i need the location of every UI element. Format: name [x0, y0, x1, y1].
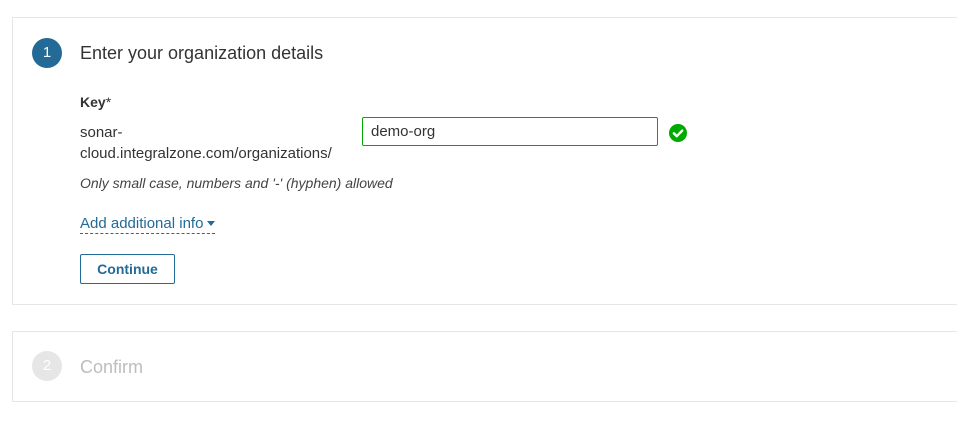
required-mark: * [105, 94, 112, 110]
step-number-badge: 1 [32, 38, 62, 68]
check-circle-icon [669, 124, 687, 142]
caret-down-icon [207, 220, 216, 226]
add-additional-info-label: Add additional info [80, 215, 204, 232]
step-title: Enter your organization details [80, 43, 324, 63]
add-additional-info-link[interactable]: Add additional info [80, 215, 216, 234]
key-label: Key* [80, 94, 111, 110]
step-title: Confirm [80, 357, 144, 377]
key-format-hint: Only small case, numbers and '-' (hyphen… [80, 175, 393, 191]
organization-url-prefix: sonar-cloud.integralzone.com/organizatio… [80, 124, 332, 162]
organization-key-input[interactable] [362, 117, 658, 146]
step-card-confirm: 2 Confirm [12, 331, 957, 402]
step-number-badge: 2 [32, 351, 62, 381]
step-card-organization-details: 1 Enter your organization details Key* s… [12, 17, 957, 305]
continue-button[interactable]: Continue [80, 254, 175, 284]
key-label-text: Key [80, 94, 106, 110]
